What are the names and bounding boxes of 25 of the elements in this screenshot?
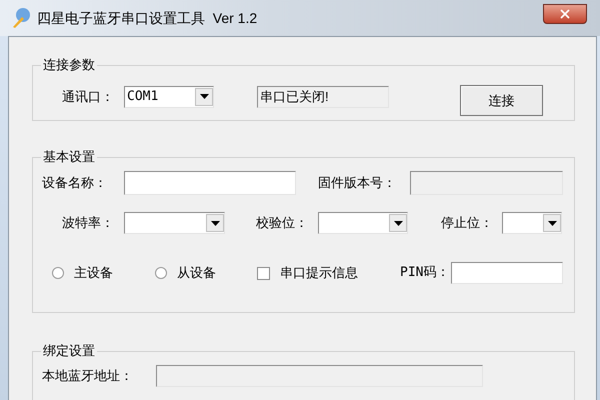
field-label: 校验位： [256,214,309,232]
radio-label[interactable]: 主设备 [74,263,113,283]
radio-button[interactable] [52,267,64,279]
field-label: 波特率： [62,214,115,232]
close-icon [558,7,572,21]
field-label: 停止位： [441,214,494,232]
close-button[interactable] [543,4,587,24]
checkbox-label[interactable]: 串口提示信息 [280,263,358,283]
radio-label[interactable]: 从设备 [177,263,216,283]
group-title: 绑定设置 [42,343,96,359]
field-label: 固件版本号： [318,174,397,192]
dropdown[interactable]: COM1 [124,86,214,108]
group-title: 连接参数 [42,57,96,73]
status-field: 串口已关闭! [257,86,389,108]
field-label: 本地蓝牙地址： [42,367,134,386]
radio-button[interactable] [155,267,167,279]
input-field[interactable] [451,262,563,284]
group-title: 基本设置 [42,149,96,165]
field-label: 设备名称： [42,174,108,192]
checkbox[interactable] [257,266,270,280]
input-field[interactable] [124,171,296,195]
field-label: 通讯口： [62,88,115,106]
connect-button[interactable]: 连接 [460,85,543,116]
window-title: 四星电子蓝牙串口设置工具 Ver 1.2 [37,8,258,28]
field-label: PIN码： [400,264,450,282]
